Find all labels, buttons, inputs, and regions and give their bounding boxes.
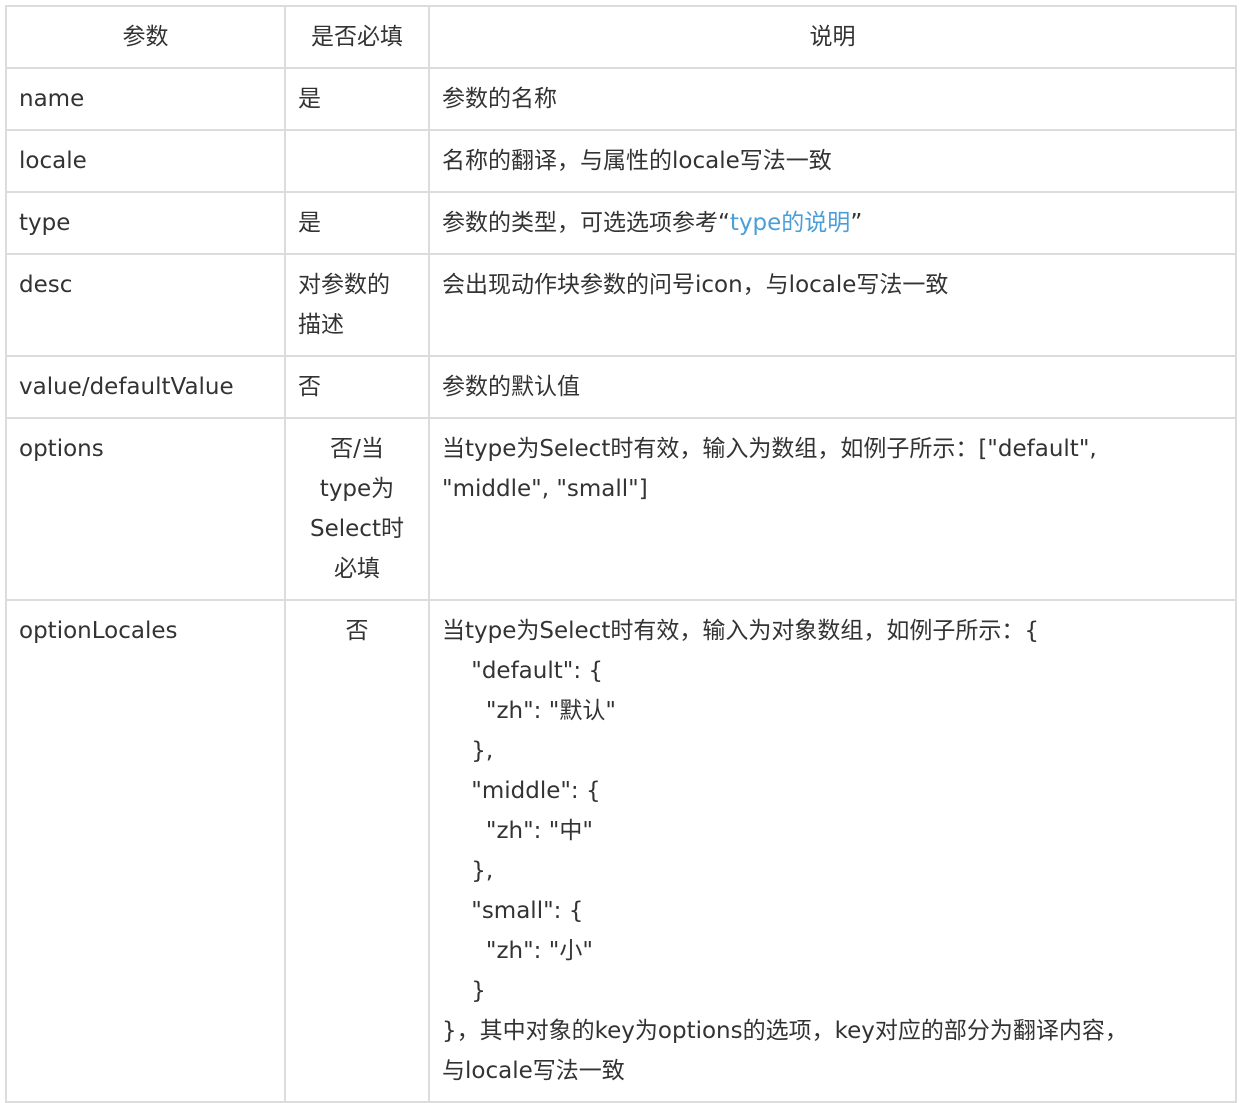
header-required: 是否必填 bbox=[284, 5, 430, 69]
header-row: 参数 是否必填 说明 bbox=[5, 5, 1237, 69]
code-line: "small": { bbox=[442, 898, 584, 924]
required-line: 否/当 bbox=[330, 436, 384, 462]
code-line: "zh": "默认" bbox=[442, 698, 616, 724]
description-cell: 会出现动作块参数的问号icon，与locale写法一致 bbox=[428, 253, 1237, 357]
code-line: "zh": "中" bbox=[442, 818, 593, 844]
table-row: options 否/当 type为 Select时 必填 当type为Selec… bbox=[5, 417, 1237, 601]
description-cell: 当type为Select时有效，输入为对象数组，如例子所示：{ "default… bbox=[428, 599, 1237, 1103]
required-cell: 是 bbox=[284, 191, 430, 255]
code-line: "middle": { bbox=[442, 778, 601, 804]
code-line: }, bbox=[442, 738, 494, 764]
param-name-cell: name bbox=[5, 67, 286, 131]
description-line: "middle", "small"] bbox=[442, 476, 648, 502]
required-line: type为 bbox=[319, 476, 395, 502]
required-cell: 否/当 type为 Select时 必填 bbox=[284, 417, 430, 601]
table-row: type 是 参数的类型，可选选项参考“type的说明” bbox=[5, 191, 1237, 255]
param-name-cell: locale bbox=[5, 129, 286, 193]
description-line: 当type为Select时有效，输入为数组，如例子所示：["default", bbox=[442, 436, 1097, 462]
required-line: 对参数的 bbox=[298, 272, 390, 298]
description-cell: 名称的翻译，与属性的locale写法一致 bbox=[428, 129, 1237, 193]
description-cell: 参数的类型，可选选项参考“type的说明” bbox=[428, 191, 1237, 255]
required-cell: 对参数的 描述 bbox=[284, 253, 430, 357]
param-name-cell: options bbox=[5, 417, 286, 601]
required-cell: 是 bbox=[284, 67, 430, 131]
required-cell: 否 bbox=[284, 355, 430, 419]
description-text: ” bbox=[850, 210, 863, 236]
params-table: 参数 是否必填 说明 name 是 参数的名称 locale 名称的翻译，与属性… bbox=[5, 5, 1237, 1103]
param-name-cell: type bbox=[5, 191, 286, 255]
description-cell: 参数的默认值 bbox=[428, 355, 1237, 419]
header-param: 参数 bbox=[5, 5, 286, 69]
description-cell: 参数的名称 bbox=[428, 67, 1237, 131]
description-text: 参数的类型，可选选项参考“ bbox=[442, 210, 730, 236]
param-name-cell: optionLocales bbox=[5, 599, 286, 1103]
description-line: }，其中对象的key为options的选项，key对应的部分为翻译内容， bbox=[442, 1018, 1128, 1044]
param-name-cell: desc bbox=[5, 253, 286, 357]
table-row: name 是 参数的名称 bbox=[5, 67, 1237, 131]
type-doc-link[interactable]: type的说明 bbox=[730, 210, 850, 236]
table-row: desc 对参数的描述 会出现动作块参数的问号icon，与locale写法一致 bbox=[5, 253, 1237, 357]
code-line: } bbox=[442, 978, 486, 1004]
code-line: "zh": "小" bbox=[442, 938, 593, 964]
required-cell bbox=[284, 129, 430, 193]
description-line: 与locale写法一致 bbox=[442, 1058, 625, 1084]
required-cell: 否 bbox=[284, 599, 430, 1103]
required-line: 描述 bbox=[298, 312, 344, 338]
description-line: 当type为Select时有效，输入为对象数组，如例子所示：{ bbox=[442, 618, 1039, 644]
table-row: locale 名称的翻译，与属性的locale写法一致 bbox=[5, 129, 1237, 193]
code-line: }, bbox=[442, 858, 494, 884]
table-row: optionLocales 否 当type为Select时有效，输入为对象数组，… bbox=[5, 599, 1237, 1103]
description-cell: 当type为Select时有效，输入为数组，如例子所示：["default", … bbox=[428, 417, 1237, 601]
required-line: Select时 bbox=[310, 516, 404, 542]
required-line: 必填 bbox=[334, 556, 380, 582]
header-description: 说明 bbox=[428, 5, 1237, 69]
param-name-cell: value/defaultValue bbox=[5, 355, 286, 419]
table-row: value/defaultValue 否 参数的默认值 bbox=[5, 355, 1237, 419]
code-line: "default": { bbox=[442, 658, 604, 684]
